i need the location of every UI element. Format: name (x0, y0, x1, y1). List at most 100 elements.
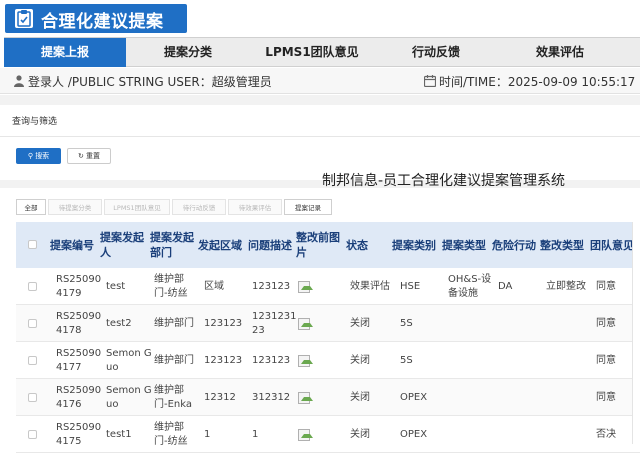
search-icon: ⚲ (27, 152, 33, 160)
table-header: 提案编号 提案发起人 提案发起部门 发起区域 问题描述 整改前图片 状态 提案类… (16, 222, 640, 268)
cell-category: OPEX (400, 391, 428, 403)
broken-image-icon[interactable] (298, 354, 313, 367)
app-title: 合理化建议提案 (41, 12, 164, 32)
image-placeholder-icon (298, 416, 338, 453)
cell-area: 123123 (204, 354, 243, 366)
cell-desc: 312312 (252, 391, 291, 403)
image-placeholder-icon (298, 268, 338, 305)
nav-item-proposal-category[interactable]: 提案分类 (126, 38, 250, 67)
cell-id: RS25090 4179 (56, 273, 102, 299)
column-header[interactable]: 提案发起部门 (150, 222, 198, 268)
cell-fix (546, 416, 594, 453)
spacer (0, 95, 640, 105)
row-checkbox[interactable] (28, 430, 37, 439)
cell-id: RS25090 4177 (56, 347, 102, 373)
table-row[interactable]: RS25090 4176 Semon G uo 维护部 门-Enka 12312 312… (16, 379, 640, 416)
cell-dept: 维护部 门-纺丝 (154, 421, 188, 447)
refresh-icon: ↻ (77, 152, 84, 160)
cell-type (448, 342, 494, 379)
reset-button-label: 重置 (86, 152, 101, 160)
cell-desc: 123123 (252, 280, 291, 292)
cell-danger (498, 305, 542, 342)
cell-dept: 维护部 门-纺丝 (154, 273, 188, 299)
cell-area: 1 (204, 428, 211, 440)
column-header[interactable]: 整改类型 (540, 222, 590, 268)
reset-button[interactable]: ↻ 重置 (67, 148, 111, 164)
column-header[interactable]: 提案发起人 (100, 222, 148, 268)
login-user-text: 登录人 /PUBLIC STRING USER：超级管理员 (28, 75, 272, 89)
cell-danger (498, 379, 542, 416)
cell-fix (546, 379, 594, 416)
table-row[interactable]: RS25090 4178 test2 维护部门 123123 1231231 23 关闭 5… (16, 305, 640, 342)
table-row[interactable]: RS25090 4179 test 维护部 门-纺丝 区域 123123 效果评估 HSE O… (16, 268, 640, 305)
cell-type (448, 305, 494, 342)
user-bar: 登录人 /PUBLIC STRING USER：超级管理员 时间/TIME：20… (0, 68, 640, 94)
broken-image-icon[interactable] (298, 428, 313, 441)
nav-item-team-opinion[interactable]: LPMS1团队意见 (250, 38, 374, 67)
cell-area: 12312 (204, 391, 236, 403)
cell-id: RS25090 4175 (56, 421, 102, 447)
column-header[interactable]: 危险行动 (492, 222, 542, 268)
column-header[interactable]: 提案类型 (442, 222, 492, 268)
cell-area: 123123 (204, 317, 243, 329)
search-button[interactable]: ⚲ 搜索 (16, 148, 61, 164)
broken-image-icon[interactable] (298, 317, 313, 330)
tab-team-opinion[interactable]: LPMS1团队意见 (104, 199, 170, 215)
search-button-label: 搜索 (35, 152, 50, 160)
tab-pending-evaluation[interactable]: 待效果评估 (228, 199, 282, 215)
cell-fix (546, 305, 594, 342)
cell-status: 关闭 (350, 354, 370, 366)
tab-pending-feedback[interactable]: 待行动反馈 (172, 199, 226, 215)
cell-desc: 1231231 23 (252, 310, 297, 336)
column-header[interactable]: 发起区域 (198, 222, 250, 268)
query-panel-title: 查询与筛选 (12, 117, 58, 127)
clipboard-icon (15, 9, 33, 28)
table-row[interactable]: RS25090 4177 Semon G uo 维护部门 123123 123123 关闭… (16, 342, 640, 379)
cell-category: 5S (400, 354, 413, 366)
image-placeholder-icon (298, 379, 338, 416)
column-header[interactable]: 整改前图片 (296, 222, 346, 268)
broken-image-icon[interactable] (298, 391, 313, 404)
cell-danger (498, 416, 542, 453)
cell-creator: Semon G uo (106, 347, 152, 373)
row-checkbox[interactable] (28, 393, 37, 402)
row-checkbox[interactable] (28, 356, 37, 365)
query-panel: 查询与筛选 (0, 105, 640, 137)
tab-pending-category[interactable]: 待提案分类 (48, 199, 102, 215)
title-bar: 合理化建议提案 (0, 0, 640, 38)
select-all-checkbox[interactable] (28, 240, 37, 249)
nav-item-action-feedback[interactable]: 行动反馈 (374, 38, 498, 67)
cell-dept: 维护部门 (154, 354, 194, 366)
cell-creator: test (106, 280, 126, 292)
tab-all[interactable]: 全部 (16, 199, 46, 215)
cell-category: 5S (400, 317, 413, 329)
image-placeholder-icon (298, 342, 338, 379)
main-nav: 提案上报 提案分类 LPMS1团队意见 行动反馈 效果评估 (4, 37, 640, 67)
table-scroll-edge (632, 222, 640, 444)
app-logo: 合理化建议提案 (5, 4, 187, 33)
row-checkbox[interactable] (28, 319, 37, 328)
row-checkbox[interactable] (28, 282, 37, 291)
cell-dept: 维护部门 (154, 317, 194, 329)
column-header[interactable]: 问题描述 (248, 222, 298, 268)
image-placeholder-icon (298, 305, 338, 342)
nav-item-proposal-report[interactable]: 提案上报 (4, 38, 126, 67)
column-header[interactable]: 提案类别 (392, 222, 442, 268)
cell-danger: DA (498, 280, 513, 292)
nav-item-effect-evaluation[interactable]: 效果评估 (498, 38, 622, 67)
broken-image-icon[interactable] (298, 280, 313, 293)
cell-category: HSE (400, 280, 421, 292)
column-header[interactable]: 提案编号 (50, 222, 98, 268)
cell-status: 关闭 (350, 428, 370, 440)
clock-icon (424, 75, 436, 87)
column-header[interactable]: 状态 (346, 222, 386, 268)
cell-desc: 1 (252, 428, 259, 440)
cell-category: OPEX (400, 428, 428, 440)
cell-creator: Semon G uo (106, 384, 152, 410)
cell-creator: test2 (106, 317, 132, 329)
cell-area: 区域 (204, 280, 224, 292)
current-time-text: 时间/TIME：2025-09-09 10:55:17 (439, 75, 636, 89)
tab-proposal-records[interactable]: 提案记录 (284, 199, 332, 215)
table-row[interactable]: RS25090 4175 test1 维护部 门-纺丝 1 1 关闭 OPEX 否决 (16, 416, 640, 453)
cell-dept: 维护部 门-Enka (154, 384, 193, 410)
